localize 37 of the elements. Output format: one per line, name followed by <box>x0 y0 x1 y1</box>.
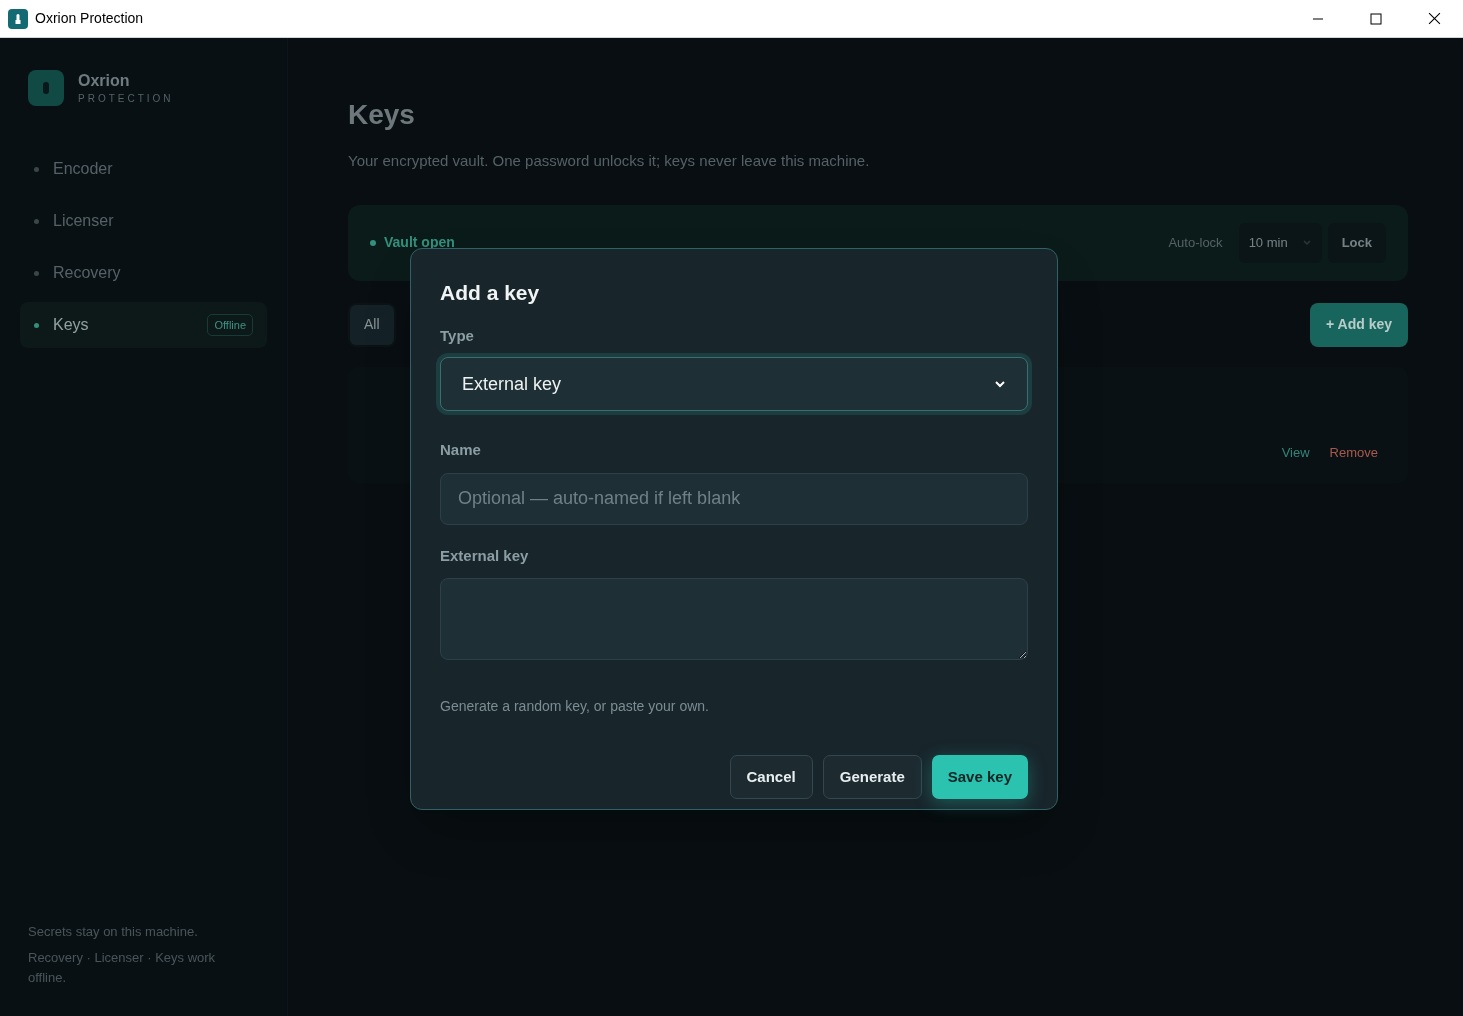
brand-name: Oxrion <box>78 70 131 91</box>
add-key-button[interactable]: + Add key <box>1310 302 1408 347</box>
auto-lock-label: Auto-lock <box>1168 233 1223 252</box>
filter-tab[interactable]: All <box>350 304 394 345</box>
row-action-link[interactable]: View <box>1281 443 1310 463</box>
external-key-field[interactable] <box>440 578 1028 660</box>
vault-status: Vault open <box>384 233 455 252</box>
sidebar-item[interactable]: Licenser <box>20 198 267 244</box>
field-label: External key <box>440 545 530 566</box>
chevron-down-icon <box>994 378 1006 390</box>
dialog-title: Add a key <box>440 280 541 306</box>
brand-tagline: PROTECTION <box>78 91 174 106</box>
footer-text: Recovery · Licenser · Keys work offline. <box>28 949 217 987</box>
save-key-button[interactable]: Save key <box>931 755 1028 799</box>
hint-text: Generate a random key, or paste your own. <box>440 697 710 716</box>
page-title: Keys <box>348 98 416 132</box>
row-action-link[interactable]: Remove <box>1329 443 1378 463</box>
footer-text: Secrets stay on this machine. <box>28 923 199 941</box>
chevron-down-icon <box>1301 237 1312 248</box>
sidebar-item[interactable]: Encoder <box>20 146 267 192</box>
name-field[interactable]: Optional — auto-named if left blank <box>440 472 1028 525</box>
page-subtitle: Your encrypted vault. One password unlocks it; keys never leave this machine. <box>348 151 871 171</box>
sidebar-item-label: Keys <box>53 315 89 335</box>
sidebar-item[interactable]: Keys Offline <box>20 302 267 348</box>
field-label: Name <box>440 440 482 460</box>
dialog-button[interactable]: Cancel <box>729 755 813 799</box>
field-label: Type <box>440 325 475 346</box>
app-icon <box>8 8 28 29</box>
logo-icon <box>28 70 64 106</box>
window-title: Oxrion Protection <box>35 9 144 28</box>
close-icon <box>1427 12 1441 25</box>
auto-lock-select[interactable]: 10 min <box>1238 222 1322 263</box>
lock-button[interactable]: Lock <box>1327 222 1386 263</box>
dialog-button[interactable]: Generate <box>822 755 922 799</box>
status-badge: Offline <box>207 313 253 337</box>
maximize-icon <box>1370 12 1382 25</box>
sidebar-item[interactable]: Recovery <box>20 250 267 296</box>
